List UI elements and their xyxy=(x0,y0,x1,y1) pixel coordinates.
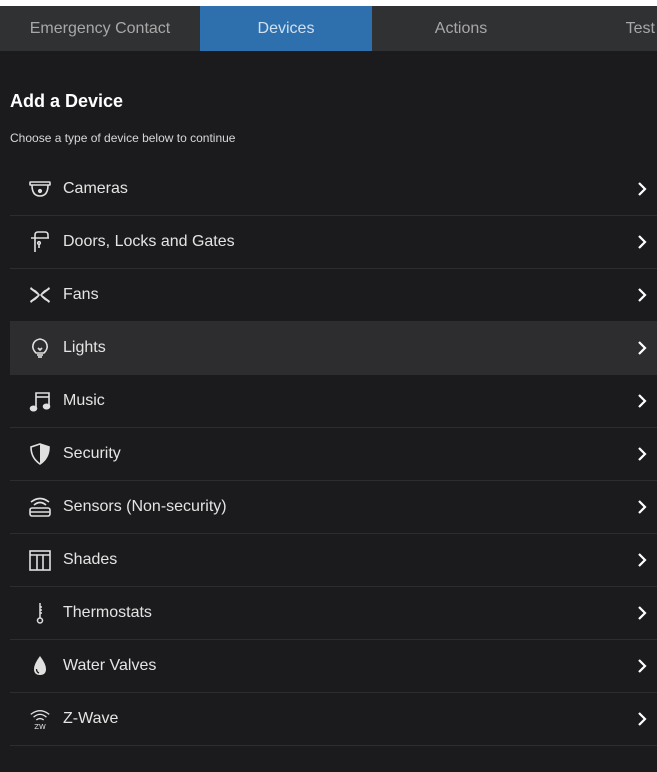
device-type-water-valves[interactable]: Water Valves xyxy=(10,640,657,693)
device-type-label: Music xyxy=(63,392,105,409)
device-type-shades[interactable]: Shades xyxy=(10,534,657,587)
device-type-label: Water Valves xyxy=(63,657,157,674)
chevron-right-icon xyxy=(635,392,649,410)
chevron-right-icon xyxy=(635,498,649,516)
device-type-thermostats[interactable]: Thermostats xyxy=(10,587,657,640)
tab-emergency-contact[interactable]: Emergency Contact xyxy=(0,6,200,51)
tab-test[interactable]: Test xyxy=(550,6,657,51)
device-type-label: Sensors (Non-security) xyxy=(63,498,227,515)
music-note-icon xyxy=(28,389,52,413)
device-type-label: Z-Wave xyxy=(63,710,119,727)
chevron-right-icon xyxy=(635,551,649,569)
shield-icon xyxy=(28,442,52,466)
lightbulb-icon xyxy=(28,336,52,360)
tab-actions[interactable]: Actions xyxy=(372,6,550,51)
device-type-z-wave[interactable]: ZW Z-Wave xyxy=(10,693,657,746)
device-type-label: Lights xyxy=(63,339,106,356)
chevron-right-icon xyxy=(635,604,649,622)
chevron-right-icon xyxy=(635,286,649,304)
device-type-label: Fans xyxy=(63,286,99,303)
svg-text:ZW: ZW xyxy=(34,723,46,731)
tab-devices[interactable]: Devices xyxy=(200,6,372,51)
chevron-right-icon xyxy=(635,339,649,357)
chevron-right-icon xyxy=(635,233,649,251)
chevron-right-icon xyxy=(635,445,649,463)
shades-icon xyxy=(28,548,52,572)
device-type-list: Cameras Doors, Locks and Gates Fans Ligh… xyxy=(10,163,657,746)
page-title: Add a Device xyxy=(10,91,124,111)
device-type-label: Shades xyxy=(63,551,118,568)
water-drop-icon xyxy=(28,654,52,678)
device-type-fans[interactable]: Fans xyxy=(10,269,657,322)
sensor-icon xyxy=(28,495,52,519)
device-type-label: Cameras xyxy=(63,180,128,197)
device-type-lights[interactable]: Lights xyxy=(10,322,657,375)
device-type-music[interactable]: Music xyxy=(10,375,657,428)
device-type-label: Doors, Locks and Gates xyxy=(63,233,235,250)
device-type-label: Security xyxy=(63,445,121,462)
camera-icon xyxy=(28,177,52,201)
fan-icon xyxy=(28,283,52,307)
door-lock-icon xyxy=(28,230,52,254)
device-type-cameras[interactable]: Cameras xyxy=(10,163,657,216)
zwave-icon: ZW xyxy=(28,707,52,731)
chevron-right-icon xyxy=(635,710,649,728)
device-type-sensors[interactable]: Sensors (Non-security) xyxy=(10,481,657,534)
device-type-security[interactable]: Security xyxy=(10,428,657,481)
device-type-label: Thermostats xyxy=(63,604,152,621)
page-subtitle: Choose a type of device below to continu… xyxy=(10,131,236,145)
thermometer-icon xyxy=(28,601,52,625)
tab-bar: Emergency Contact Devices Actions Test xyxy=(0,6,657,51)
chevron-right-icon xyxy=(635,657,649,675)
chevron-right-icon xyxy=(635,180,649,198)
device-type-doors-locks-gates[interactable]: Doors, Locks and Gates xyxy=(10,216,657,269)
